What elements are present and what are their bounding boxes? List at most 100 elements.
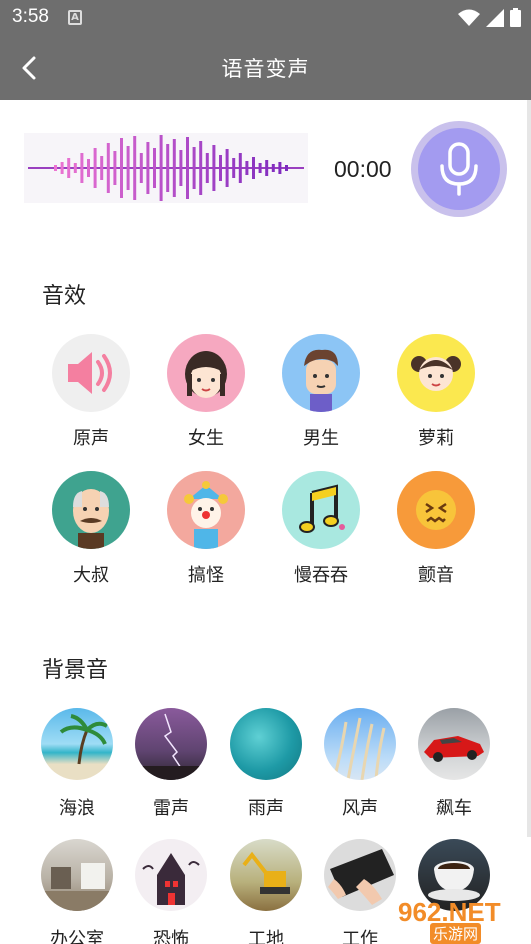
effect-label: 萝莉 [418, 428, 454, 449]
sports-car-photo [418, 708, 490, 780]
waveform-bar [252, 157, 255, 179]
effects-title: 音效 [42, 284, 87, 309]
waveform-bar [265, 160, 269, 176]
waveform-bar [67, 158, 71, 178]
effect-label: 男生 [303, 428, 339, 449]
effect-loli[interactable]: 萝莉 [388, 334, 484, 450]
app-bar: 语音变声 [0, 36, 531, 100]
bg-sound-label: 海浪 [59, 798, 95, 819]
waveform-bar [212, 145, 216, 191]
waveform-bar [87, 159, 90, 177]
scrollbar[interactable] [527, 100, 531, 837]
waveform-bar [172, 139, 176, 197]
waveform-bar [205, 153, 209, 183]
waveform-bar [192, 147, 196, 189]
waveform-bar [245, 161, 249, 175]
waveform-bar [146, 142, 150, 194]
waveform-bar [285, 165, 288, 171]
bg-sound-waves[interactable]: 海浪 [32, 708, 122, 820]
waveform-bar [225, 149, 229, 187]
excavator-photo [230, 839, 302, 911]
wifi-icon [458, 9, 480, 26]
watermark-logo: 962.NET 乐游网 [380, 887, 531, 944]
waveform-bar [232, 158, 236, 178]
waveform-bar [80, 153, 84, 183]
speaker-icon [52, 334, 130, 412]
bg-sound-label: 工地 [248, 929, 284, 944]
waveform-bar [93, 148, 97, 188]
effect-funny[interactable]: 搞怪 [158, 471, 254, 587]
microphone-icon [440, 142, 478, 196]
bg-sound-wind[interactable]: 风声 [315, 708, 405, 820]
effect-label: 慢吞吞 [294, 565, 348, 586]
girl-avatar-icon [167, 334, 245, 412]
boy-avatar-icon [282, 334, 360, 412]
waveform-bar [258, 163, 262, 173]
system-icons [458, 8, 521, 27]
waveform-bar [186, 137, 189, 199]
waveform-bar [54, 165, 57, 171]
haunted-house-photo [135, 839, 207, 911]
lightning-photo [135, 708, 207, 780]
battery-icon [510, 8, 521, 27]
reeds-photo [324, 708, 396, 780]
bg-sound-label: 飙车 [436, 798, 472, 819]
effect-slow[interactable]: 慢吞吞 [273, 471, 369, 587]
effect-vibrato[interactable]: 颤音 [388, 471, 484, 587]
bg-sound-racing[interactable]: 飙车 [409, 708, 499, 820]
effect-label: 颤音 [418, 565, 454, 586]
status-time: 3:58 [12, 6, 49, 27]
office-photo [41, 839, 113, 911]
little-girl-avatar-icon [397, 334, 475, 412]
waveform-graphic [24, 133, 308, 203]
bg-sound-label: 恐怖 [153, 929, 189, 944]
waveform-bar [139, 153, 143, 183]
waveform-bar [271, 164, 275, 172]
record-timer: 00:00 [334, 156, 392, 182]
bg-sound-construction[interactable]: 工地 [221, 839, 311, 944]
signal-icon [486, 8, 504, 27]
bg-sound-label: 雷声 [153, 798, 189, 819]
rain-photo [230, 708, 302, 780]
effect-boy[interactable]: 男生 [273, 334, 369, 450]
waveform-bar [199, 141, 203, 195]
waveform-bar [179, 150, 183, 186]
watermark-sub: 乐游网 [430, 923, 482, 944]
beach-photo [41, 708, 113, 780]
clown-avatar-icon [167, 471, 245, 549]
music-note-icon [282, 471, 360, 549]
effect-girl[interactable]: 女生 [158, 334, 254, 450]
bg-sound-thunder[interactable]: 雷声 [126, 708, 216, 820]
waveform-bar [238, 153, 242, 183]
waveform-bar [166, 144, 170, 192]
waveform-bar [106, 143, 110, 193]
bg-sound-label: 办公室 [50, 929, 104, 944]
status-bar: 3:58 A [0, 0, 531, 36]
waveform-bar [278, 162, 282, 174]
bg-sound-label: 雨声 [248, 798, 284, 819]
waveform-bar [113, 151, 117, 185]
record-button[interactable] [418, 128, 500, 210]
bg-sound-label: 风声 [342, 798, 378, 819]
waveform-bar [159, 135, 163, 201]
waveform-bar [133, 136, 137, 200]
effect-original[interactable]: 原声 [43, 334, 139, 450]
dizzy-face-icon [397, 471, 475, 549]
waveform-bar [60, 162, 64, 174]
effect-uncle[interactable]: 大叔 [43, 471, 139, 587]
uncle-avatar-icon [52, 471, 130, 549]
waveform-bar [219, 155, 222, 181]
page-title: 语音变声 [221, 57, 310, 81]
waveform-bar [120, 138, 123, 198]
effect-label: 搞怪 [188, 565, 224, 586]
waveform-bar [100, 156, 104, 180]
effect-label: 大叔 [73, 565, 109, 586]
bg-sound-rain[interactable]: 雨声 [221, 708, 311, 820]
effect-label: 女生 [188, 428, 224, 449]
waveform-bar [73, 163, 77, 173]
waveform-bar [153, 148, 156, 188]
bg-sound-horror[interactable]: 恐怖 [126, 839, 216, 944]
bg-sound-office[interactable]: 办公室 [32, 839, 122, 944]
effect-label: 原声 [73, 428, 109, 449]
notification-icon: A [68, 10, 82, 25]
